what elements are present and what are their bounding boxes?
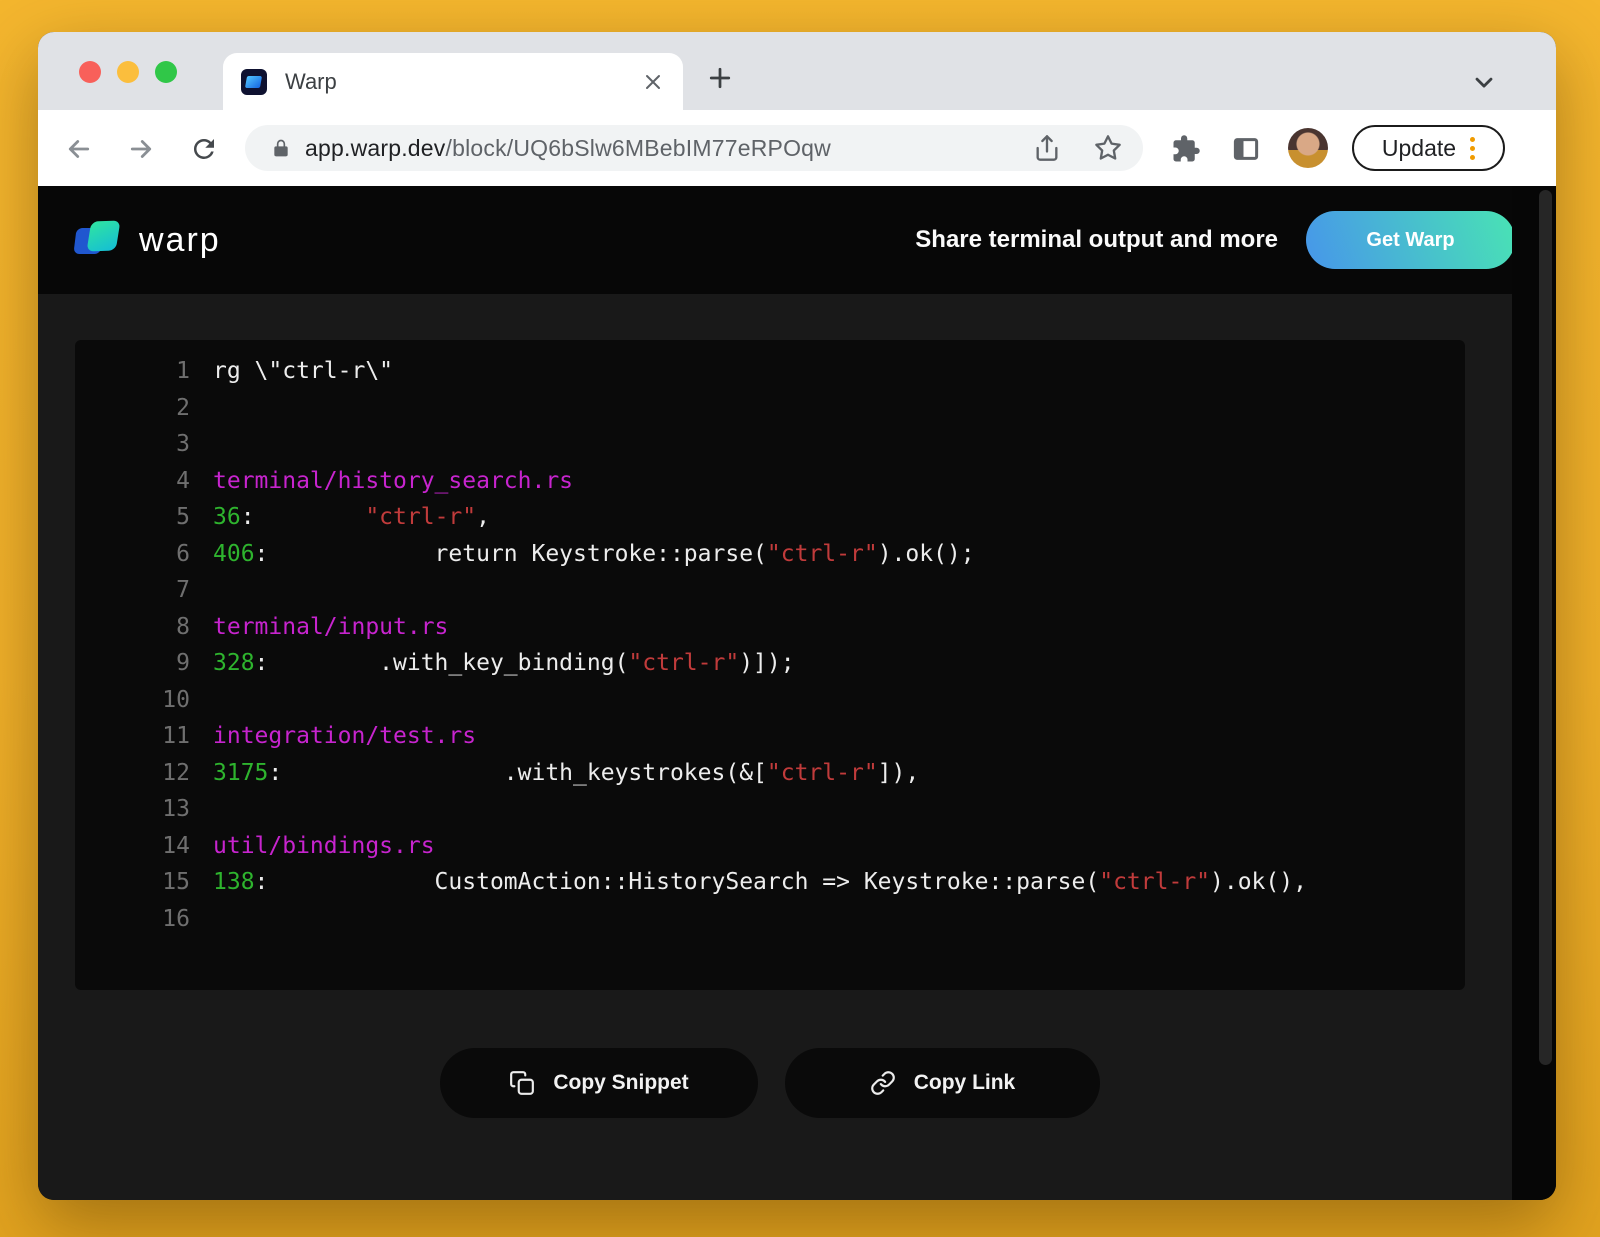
terminal-line: 14 util/bindings.rs — [75, 828, 1465, 865]
lock-icon — [271, 138, 291, 158]
terminal-output-block: 1 rg \"ctrl-r\" 234 terminal/history_search… — [75, 340, 1465, 990]
scrollbar-thumb[interactable] — [1539, 190, 1552, 1065]
terminal-line-number: 12 — [75, 755, 190, 792]
warp-logo-icon — [75, 219, 123, 261]
url-host: app.warp.dev — [305, 135, 446, 161]
update-label: Update — [1382, 135, 1456, 162]
terminal-line-number: 15 — [75, 864, 190, 901]
copy-snippet-button[interactable]: Copy Snippet — [440, 1048, 758, 1118]
terminal-line-number: 9 — [75, 645, 190, 682]
terminal-line-number: 5 — [75, 499, 190, 536]
terminal-line-number: 16 — [75, 901, 190, 938]
url-path: /block/UQ6bSlw6MBebIM77eRPOqw — [446, 135, 831, 161]
url-text: app.warp.dev/block/UQ6bSlw6MBebIM77eRPOq… — [305, 135, 831, 162]
share-icon[interactable] — [1033, 134, 1061, 162]
copy-snippet-label: Copy Snippet — [553, 1071, 688, 1095]
page-tagline: Share terminal output and more — [915, 226, 1278, 254]
terminal-line-code: 138: CustomAction::HistorySearch => Keys… — [213, 864, 1307, 901]
terminal-line: 4 terminal/history_search.rs — [75, 463, 1465, 500]
update-button[interactable]: Update — [1352, 125, 1505, 171]
link-icon — [870, 1070, 896, 1096]
window-zoom-button[interactable] — [155, 61, 177, 83]
back-button[interactable] — [64, 134, 94, 164]
kebab-menu-icon[interactable] — [1470, 137, 1475, 160]
address-bar[interactable]: app.warp.dev/block/UQ6bSlw6MBebIM77eRPOq… — [245, 125, 1143, 171]
terminal-line: 10 — [75, 682, 1465, 719]
get-warp-button[interactable]: Get Warp — [1306, 211, 1515, 269]
terminal-line: 5 36: "ctrl-r", — [75, 499, 1465, 536]
terminal-line: 1 rg \"ctrl-r\" — [75, 353, 1465, 390]
terminal-line-number: 2 — [75, 390, 190, 427]
warp-favicon-icon — [241, 69, 267, 95]
copy-link-button[interactable]: Copy Link — [785, 1048, 1100, 1118]
terminal-line-number: 14 — [75, 828, 190, 865]
tab-close-icon[interactable] — [641, 70, 665, 94]
bookmark-star-icon[interactable] — [1094, 134, 1122, 162]
browser-tab-warp[interactable]: Warp — [223, 53, 683, 110]
reload-button[interactable] — [189, 134, 219, 164]
page-content: 1 rg \"ctrl-r\" 234 terminal/history_search… — [38, 294, 1556, 1200]
terminal-line: 8 terminal/input.rs — [75, 609, 1465, 646]
terminal-line-code: integration/test.rs — [213, 718, 476, 755]
side-panel-icon[interactable] — [1231, 134, 1261, 164]
terminal-line: 7 — [75, 572, 1465, 609]
terminal-line-number: 13 — [75, 791, 190, 828]
terminal-line-code: terminal/history_search.rs — [213, 463, 573, 500]
terminal-line: 11 integration/test.rs — [75, 718, 1465, 755]
tabstrip-chevron-down-icon[interactable] — [1470, 68, 1498, 96]
terminal-line-number: 11 — [75, 718, 190, 755]
forward-button[interactable] — [126, 134, 156, 164]
copy-link-label: Copy Link — [914, 1071, 1016, 1095]
tab-strip: Warp — [38, 32, 1556, 110]
window-close-button[interactable] — [79, 61, 101, 83]
terminal-line-number: 1 — [75, 353, 190, 390]
terminal-line-number: 3 — [75, 426, 190, 463]
terminal-line-number: 7 — [75, 572, 190, 609]
warp-page-header: warp Share terminal output and more Get … — [38, 186, 1556, 294]
terminal-line: 9 328: .with_key_binding("ctrl-r")]); — [75, 645, 1465, 682]
browser-window: Warp app.warp.dev/block/UQ6bSlw6MBebIM77… — [38, 32, 1556, 1200]
extensions-puzzle-icon[interactable] — [1171, 134, 1201, 164]
new-tab-button[interactable] — [705, 63, 735, 93]
terminal-line-number: 4 — [75, 463, 190, 500]
terminal-line-number: 8 — [75, 609, 190, 646]
terminal-line-code: 406: return Keystroke::parse("ctrl-r").o… — [213, 536, 975, 573]
copy-icon — [509, 1070, 535, 1096]
terminal-line: 12 3175: .with_keystrokes(&["ctrl-r"]), — [75, 755, 1465, 792]
warp-brand-wordmark: warp — [139, 221, 221, 260]
browser-toolbar: app.warp.dev/block/UQ6bSlw6MBebIM77eRPOq… — [38, 110, 1556, 186]
window-minimize-button[interactable] — [117, 61, 139, 83]
desktop-background: Warp app.warp.dev/block/UQ6bSlw6MBebIM77… — [0, 0, 1600, 1237]
terminal-line-number: 6 — [75, 536, 190, 573]
terminal-line-code: 328: .with_key_binding("ctrl-r")]); — [213, 645, 795, 682]
terminal-line-code: rg \"ctrl-r\" — [213, 353, 393, 390]
action-buttons-row: Copy Snippet Copy Link — [38, 1048, 1556, 1118]
terminal-line: 6 406: return Keystroke::parse("ctrl-r").… — [75, 536, 1465, 573]
terminal-line-number: 10 — [75, 682, 190, 719]
terminal-line-code: terminal/input.rs — [213, 609, 448, 646]
terminal-line-code: util/bindings.rs — [213, 828, 435, 865]
terminal-line: 3 — [75, 426, 1465, 463]
terminal-line: 2 — [75, 390, 1465, 427]
profile-avatar[interactable] — [1288, 128, 1328, 168]
terminal-line: 15 138: CustomAction::HistorySearch => Ke… — [75, 864, 1465, 901]
tab-title: Warp — [285, 69, 337, 95]
terminal-lines: 1 rg \"ctrl-r\" 234 terminal/history_search… — [75, 353, 1465, 937]
terminal-line-code: 36: "ctrl-r", — [213, 499, 490, 536]
terminal-line: 16 — [75, 901, 1465, 938]
terminal-line: 13 — [75, 791, 1465, 828]
terminal-line-code: 3175: .with_keystrokes(&["ctrl-r"]), — [213, 755, 919, 792]
